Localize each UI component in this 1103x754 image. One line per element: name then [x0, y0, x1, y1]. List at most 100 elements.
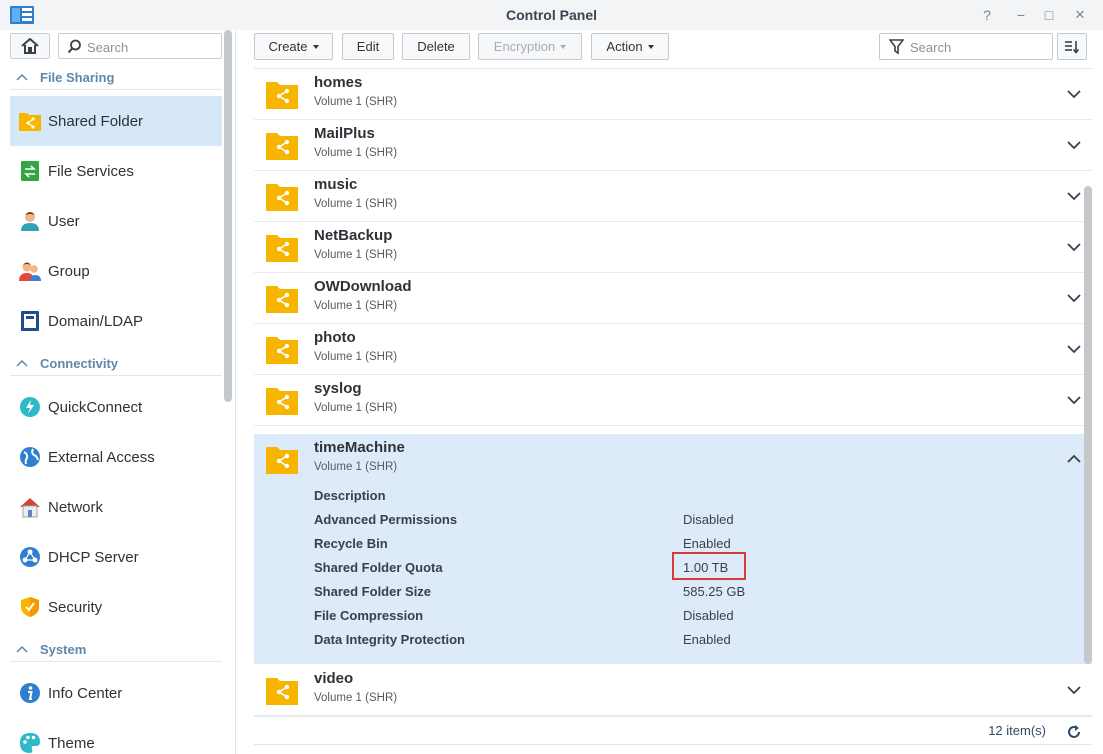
sidebar-item-label: Info Center — [48, 684, 123, 702]
detail-value: Disabled — [683, 512, 734, 527]
chevron-down-icon[interactable] — [1066, 139, 1082, 151]
home-button[interactable] — [10, 33, 50, 59]
chevron-up-icon[interactable] — [1066, 453, 1082, 465]
sidebar-item-label: Shared Folder — [48, 112, 144, 130]
detail-label: Recycle Bin — [314, 536, 388, 551]
folder-row[interactable]: MailPlus Volume 1 (SHR) — [254, 120, 1092, 171]
domain-ldap-icon — [21, 311, 39, 331]
create-label: Create — [268, 39, 308, 54]
refresh-icon[interactable] — [1066, 724, 1082, 740]
sidebar-item-shared-folder[interactable]: Shared Folder — [10, 96, 222, 146]
section-file-sharing[interactable]: File Sharing — [10, 66, 222, 90]
chevron-down-icon[interactable] — [1066, 684, 1082, 696]
sidebar-item-domain-ldap[interactable]: Domain/LDAP — [10, 296, 222, 346]
sidebar-item-info-center[interactable]: Info Center — [10, 668, 222, 718]
list-search[interactable] — [879, 33, 1053, 60]
sidebar-item-label: User — [48, 212, 80, 230]
group-icon — [19, 262, 41, 281]
sidebar-item-label: DHCP Server — [48, 548, 139, 566]
folder-row[interactable]: NetBackup Volume 1 (SHR) — [254, 222, 1092, 273]
chevron-down-icon[interactable] — [1066, 88, 1082, 100]
action-button[interactable]: Action — [591, 33, 669, 60]
window-title: Control Panel — [505, 7, 597, 23]
sidebar-item-label: Domain/LDAP — [48, 312, 144, 330]
title-bar: Control Panel ? − □ × — [0, 0, 1103, 30]
shared-folder-icon — [266, 184, 298, 211]
globe-icon — [20, 447, 40, 467]
sidebar-item-theme[interactable]: Theme — [10, 718, 222, 754]
list-scrollbar[interactable] — [1084, 186, 1092, 664]
sidebar-item-quickconnect[interactable]: QuickConnect — [10, 382, 222, 432]
section-title: File Sharing — [40, 70, 115, 85]
shared-folder-icon — [266, 337, 298, 364]
minimize-button[interactable]: − — [1011, 5, 1031, 25]
sidebar-search[interactable] — [58, 33, 222, 59]
folder-volume: Volume 1 (SHR) — [314, 198, 398, 210]
detail-label: File Compression — [314, 608, 424, 623]
section-title: System — [40, 642, 87, 657]
shared-folder-icon — [266, 286, 298, 313]
chevron-down-icon[interactable] — [1066, 343, 1082, 355]
chevron-down-icon[interactable] — [1066, 241, 1082, 253]
list-search-input[interactable] — [910, 39, 1048, 56]
folder-row[interactable]: music Volume 1 (SHR) — [254, 171, 1092, 222]
shared-folder-icon — [266, 388, 298, 415]
detail-value: Enabled — [683, 632, 731, 647]
edit-button[interactable]: Edit — [342, 33, 394, 60]
shared-folder-icon — [266, 447, 298, 474]
folder-volume: Volume 1 (SHR) — [314, 692, 398, 704]
folder-name: photo — [314, 329, 356, 346]
create-button[interactable]: Create — [254, 33, 333, 60]
sidebar-scrollbar[interactable] — [224, 30, 232, 402]
chevron-up-icon — [16, 645, 28, 653]
chevron-down-icon[interactable] — [1066, 292, 1082, 304]
shared-folder-icon — [266, 133, 298, 160]
shared-folder-icon — [266, 678, 298, 705]
chevron-down-icon[interactable] — [1066, 394, 1082, 406]
dhcp-server-icon — [20, 547, 40, 567]
folder-row[interactable]: video Volume 1 (SHR) — [254, 665, 1092, 716]
delete-button[interactable]: Delete — [402, 33, 470, 60]
sidebar-item-user[interactable]: User — [10, 196, 222, 246]
folder-volume: Volume 1 (SHR) — [314, 147, 398, 159]
sort-button[interactable] — [1057, 33, 1087, 60]
section-system[interactable]: System — [10, 638, 222, 662]
sidebar-item-security[interactable]: Security — [10, 582, 222, 632]
close-button[interactable]: × — [1070, 5, 1090, 25]
detail-value: 585.25 GB — [683, 584, 746, 599]
item-count: 12 item(s) — [988, 723, 1046, 738]
help-button[interactable]: ? — [977, 5, 997, 25]
folder-row[interactable]: syslog Volume 1 (SHR) — [254, 375, 1092, 426]
folder-name: syslog — [314, 380, 362, 397]
sidebar-item-label: Network — [48, 498, 104, 516]
maximize-button[interactable]: □ — [1039, 5, 1059, 25]
folder-volume: Volume 1 (SHR) — [314, 461, 398, 473]
sidebar-item-label: Theme — [48, 734, 95, 752]
folder-volume: Volume 1 (SHR) — [314, 300, 398, 312]
action-label: Action — [606, 39, 643, 54]
folder-row[interactable]: photo Volume 1 (SHR) — [254, 324, 1092, 375]
folder-row-expanded[interactable]: timeMachine Volume 1 (SHR) Description A… — [254, 434, 1092, 664]
folder-volume: Volume 1 (SHR) — [314, 351, 398, 363]
sidebar-item-dhcp-server[interactable]: DHCP Server — [10, 532, 222, 582]
sidebar-item-group[interactable]: Group — [10, 246, 222, 296]
sidebar-item-external-access[interactable]: External Access — [10, 432, 222, 482]
sidebar-item-file-services[interactable]: File Services — [10, 146, 222, 196]
network-house-icon — [20, 498, 40, 518]
detail-label: Shared Folder Size — [314, 584, 432, 599]
chevron-up-icon — [16, 359, 28, 367]
chevron-down-icon[interactable] — [1066, 190, 1082, 202]
sidebar-item-network[interactable]: Network — [10, 482, 222, 532]
detail-label: Advanced Permissions — [314, 512, 458, 527]
user-icon — [21, 212, 39, 231]
shared-folder-icon — [19, 113, 41, 131]
sidebar-search-input[interactable] — [87, 38, 217, 56]
dropdown-caret-icon — [647, 44, 654, 49]
section-title: Connectivity — [40, 356, 119, 371]
sidebar-item-label: QuickConnect — [48, 398, 143, 416]
folder-row[interactable]: OWDownload Volume 1 (SHR) — [254, 273, 1092, 324]
folder-volume: Volume 1 (SHR) — [314, 96, 398, 108]
folder-row[interactable]: homes Volume 1 (SHR) — [254, 69, 1092, 120]
encryption-button[interactable]: Encryption — [478, 33, 582, 60]
section-connectivity[interactable]: Connectivity — [10, 352, 222, 376]
